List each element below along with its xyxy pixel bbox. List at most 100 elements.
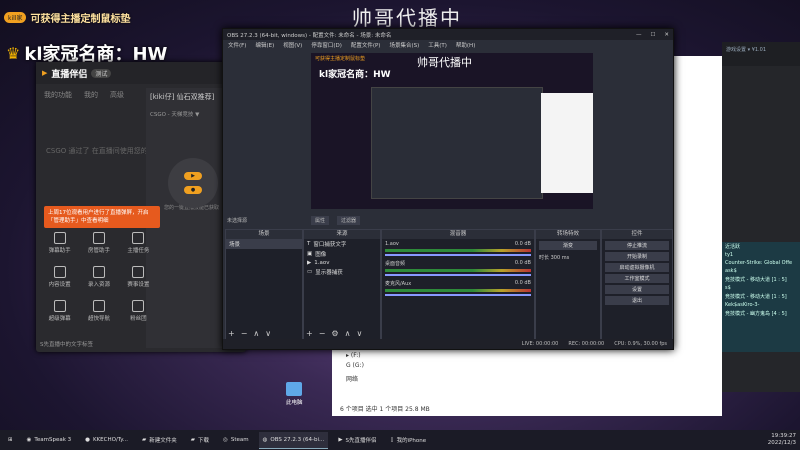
menu-scene-collection[interactable]: 场景集合(S): [389, 41, 419, 49]
add-icon[interactable]: +: [306, 329, 313, 338]
duration-row: 时长 300 ms: [539, 255, 570, 261]
virtual-camera-button[interactable]: 启动虚拟摄像机: [605, 263, 669, 272]
list-item[interactable]: ty1: [722, 251, 800, 259]
desktop-this-pc[interactable]: 此电脑: [286, 382, 303, 406]
clock-time: 19:39:27: [771, 433, 796, 439]
content-icon: [53, 266, 66, 278]
remove-icon[interactable]: −: [319, 329, 326, 338]
taskbar-item[interactable]: ▰ 下载: [187, 432, 213, 448]
room-manager-icon: [92, 232, 105, 244]
menu-edit[interactable]: 编辑(E): [255, 41, 274, 49]
filters-button[interactable]: 过滤器: [337, 216, 361, 225]
transition-select[interactable]: 渐变: [539, 241, 597, 250]
mixer-channel: 桌面音频 0.0 dB: [382, 258, 534, 278]
settings-icon[interactable]: ⚙: [331, 329, 338, 338]
func-tasks[interactable]: 主播任务: [119, 232, 158, 254]
taskbar-item[interactable]: ▯ 我的iPhone: [387, 432, 431, 448]
source-item[interactable]: T 窗口捕获文字: [304, 239, 380, 249]
remove-icon[interactable]: −: [241, 329, 248, 338]
network-item[interactable]: 网络: [346, 374, 358, 383]
folder-icon: ▰: [142, 437, 147, 443]
down-icon[interactable]: ∨: [356, 329, 362, 338]
maximize-icon[interactable]: ☐: [650, 32, 655, 38]
taskbar-item[interactable]: ● KKECHO/Ty...: [81, 432, 132, 448]
menu-help[interactable]: 帮助(H): [456, 41, 475, 49]
drive-g[interactable]: G (G:): [346, 362, 364, 369]
down-icon[interactable]: ∨: [265, 329, 271, 338]
list-item[interactable]: s$: [722, 284, 800, 292]
up-icon[interactable]: ∧: [345, 329, 351, 338]
menu-view[interactable]: 视图(V): [283, 41, 302, 49]
menu-tools[interactable]: 工具(T): [428, 41, 447, 49]
start-recording-button[interactable]: 开始录制: [605, 252, 669, 261]
func-danmu[interactable]: 弹幕助手: [40, 232, 79, 254]
settings-button[interactable]: 设置: [605, 285, 669, 294]
tab-advanced[interactable]: 高级: [110, 90, 124, 100]
taskbar-item[interactable]: ◎ Steam: [219, 432, 253, 448]
func-fans[interactable]: 粉丝团: [119, 300, 158, 322]
obs-preview[interactable]: 可获得主播定制鼠标垫 kl家冠名商：HW 帅哥代播中: [311, 53, 593, 209]
teamspeak-icon: ◉: [26, 437, 32, 443]
func-room-manager[interactable]: 房管助手: [79, 232, 118, 254]
tab-mine[interactable]: 我的: [84, 90, 98, 100]
list-item[interactable]: Kek$asKiro-3-: [722, 301, 800, 309]
scenes-header: 场景: [226, 230, 302, 239]
func-events[interactable]: 赛事设置: [119, 266, 158, 288]
start-live-button[interactable]: ▶: [184, 172, 202, 180]
start-icon[interactable]: ⊞: [4, 432, 17, 448]
minimize-icon[interactable]: —: [636, 32, 642, 38]
obs-titlebar: OBS 27.2.3 (64-bit, windows) - 配置文件: 未命名…: [223, 29, 673, 40]
media-icon: ▶: [307, 260, 312, 266]
source-item[interactable]: ▣ 图像: [304, 249, 380, 259]
tip-banner: 上周17位观看用户进行了直播弹屏，开启「管理助手」中查看明细: [44, 206, 160, 228]
steam-icon: ◎: [223, 437, 228, 443]
preview-nested-obs: [371, 87, 543, 199]
volume-meter: [385, 289, 531, 292]
add-icon[interactable]: +: [228, 329, 235, 338]
volume-slider[interactable]: [385, 294, 531, 296]
volume-slider[interactable]: [385, 254, 531, 256]
func-resources[interactable]: 录入资源: [79, 266, 118, 288]
func-super-danmu[interactable]: 超级弹幕: [40, 300, 79, 322]
up-icon[interactable]: ∧: [253, 329, 259, 338]
danmu-icon: [53, 232, 66, 244]
menu-profile[interactable]: 配置文件(P): [351, 41, 381, 49]
rec-time: REC: 00:00:00: [568, 341, 605, 347]
close-icon[interactable]: ✕: [664, 32, 669, 38]
taskbar-item[interactable]: ◉ TeamSpeak 3: [23, 432, 76, 448]
scene-item[interactable]: 场景: [226, 239, 302, 249]
tasks-icon: [132, 232, 145, 244]
taskbar-item-active[interactable]: ◍ OBS 27.2.3 (64-bi...: [258, 431, 329, 449]
properties-button[interactable]: 属性: [311, 216, 330, 225]
record-button[interactable]: ●: [184, 186, 202, 194]
live-assistant-logo: 直播伴侣: [51, 69, 88, 80]
kook-icon: ●: [85, 437, 90, 443]
download-icon: [92, 266, 105, 278]
system-clock[interactable]: 19:39:27 2022/12/3: [768, 433, 796, 447]
menu-docks[interactable]: 停靠窗口(D): [311, 41, 342, 49]
stop-streaming-button[interactable]: 停止推流: [605, 241, 669, 250]
func-content[interactable]: 内容设置: [40, 266, 79, 288]
preview-sponsor: kl家冠名商：HW: [319, 70, 391, 80]
exit-button[interactable]: 退出: [605, 296, 669, 305]
computer-icon: [286, 382, 303, 396]
taskbar-item[interactable]: ▰ 新建文件夹: [138, 432, 181, 448]
drive-f[interactable]: ▸ (F:): [346, 352, 361, 359]
tab-my-functions[interactable]: 我的功能: [44, 90, 72, 100]
taskbar-item[interactable]: ▶ S先直播伴侣: [334, 432, 380, 448]
promo-banner: kill家 可获得主播定制鼠标垫: [4, 10, 130, 25]
menu-file[interactable]: 文件(F): [228, 41, 246, 49]
func-nav[interactable]: 超快导航: [79, 300, 118, 322]
list-item[interactable]: ask$: [722, 267, 800, 275]
volume-meter: [385, 249, 531, 252]
duration-input[interactable]: 300 ms: [551, 255, 570, 261]
download-folder-icon: ▰: [190, 437, 196, 443]
volume-slider[interactable]: [385, 274, 531, 276]
source-toolbar: 未选择源 属性 过滤器: [223, 215, 673, 225]
studio-mode-button[interactable]: 工作室模式: [605, 274, 669, 283]
mixer-channel: 1.aov 0.0 dB: [382, 239, 534, 258]
steam-friends-window: 游戏设置 ▾ ¥1.01 近活跃 ty1 Counter-Strike: Glo…: [722, 42, 800, 392]
source-item[interactable]: ▶ 1.aov: [304, 259, 380, 267]
source-item[interactable]: ▭ 显示器捕获: [304, 267, 380, 277]
monitor-icon: ▭: [307, 269, 313, 275]
